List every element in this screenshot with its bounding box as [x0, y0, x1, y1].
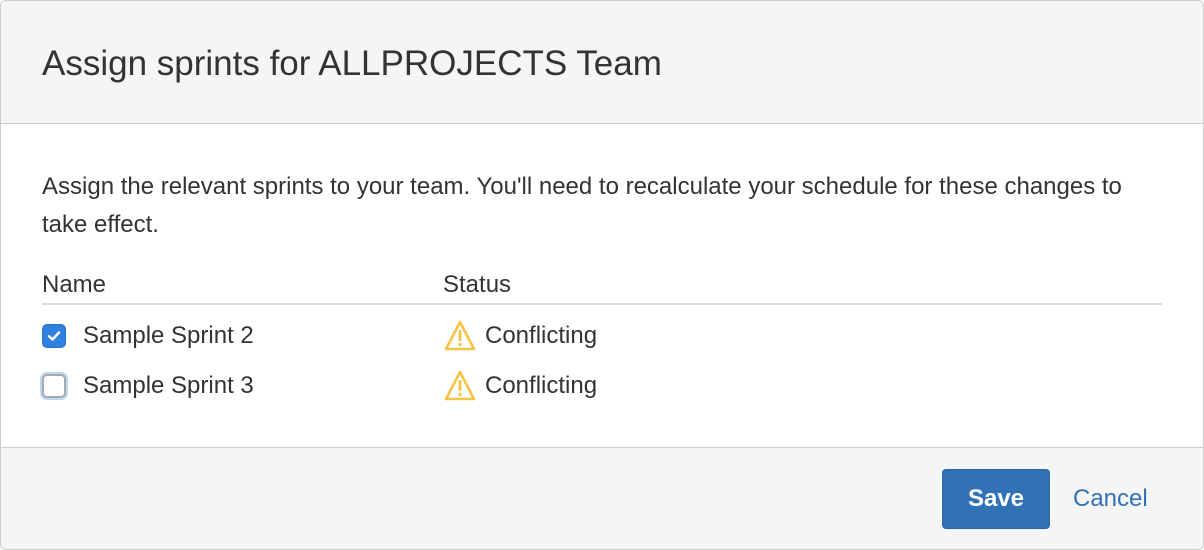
dialog-body: Assign the relevant sprints to your team… — [1, 124, 1203, 447]
dialog-footer: Save Cancel — [1, 447, 1203, 549]
table-row: Sample Sprint 3 Conflicting — [42, 367, 1162, 407]
status-text: Conflicting — [485, 372, 598, 399]
checkmark-icon — [47, 331, 61, 341]
column-header-status: Status — [443, 271, 512, 298]
cancel-link[interactable]: Cancel — [1073, 469, 1148, 529]
save-button[interactable]: Save — [942, 469, 1050, 529]
sprint-checkbox[interactable] — [42, 374, 66, 398]
sprint-name: Sample Sprint 2 — [83, 322, 254, 349]
dialog-description: Assign the relevant sprints to your team… — [42, 173, 1122, 238]
sprint-table-header: Name Status — [42, 267, 1162, 305]
dialog-title: Assign sprints for ALLPROJECTS Team — [42, 44, 662, 83]
warning-icon — [444, 320, 476, 351]
table-row: Sample Sprint 2 Conflicting — [42, 317, 1162, 357]
dialog-header: Assign sprints for ALLPROJECTS Team — [1, 1, 1203, 124]
column-header-name: Name — [42, 271, 107, 298]
assign-sprints-dialog: Assign sprints for ALLPROJECTS Team Assi… — [0, 0, 1204, 550]
warning-icon — [444, 370, 476, 401]
sprint-checkbox[interactable] — [42, 324, 66, 348]
status-text: Conflicting — [485, 322, 598, 349]
sprint-name: Sample Sprint 3 — [83, 372, 254, 399]
